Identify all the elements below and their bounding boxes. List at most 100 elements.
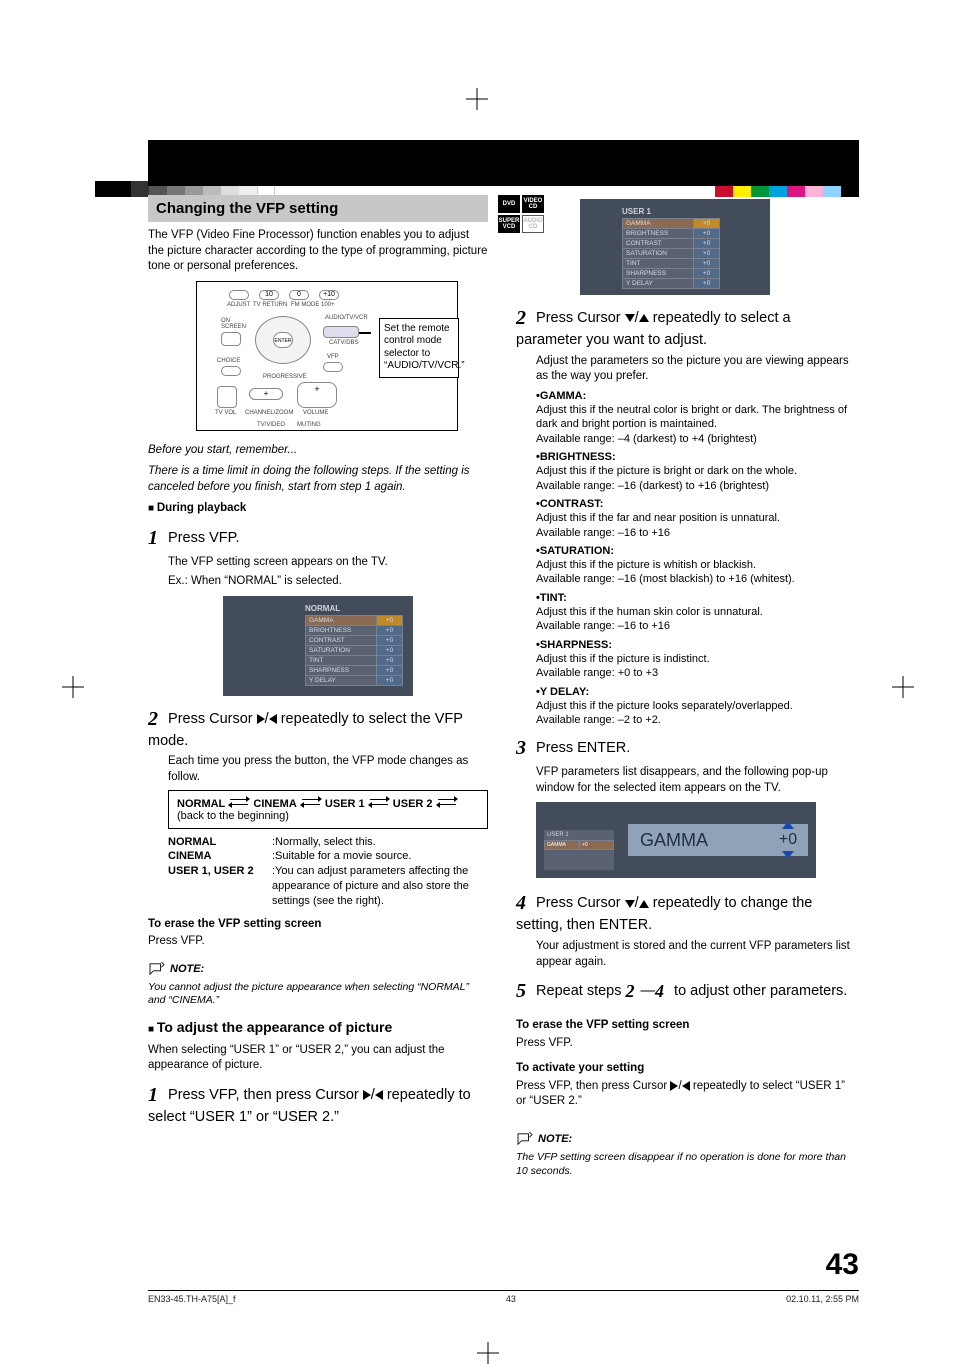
rlabel-onscreen: ON SCREEN [221, 318, 251, 330]
cycle-arrow-icon [370, 797, 388, 807]
intro-paragraph: The VFP (Video Fine Processor) function … [148, 228, 488, 275]
rlabel-audiotvvcr: AUDIO/TV/VCR [325, 315, 359, 321]
note2-text: The VFP setting screen disappear if no o… [516, 1151, 856, 1178]
rlabel-tvvideo: TV/VIDEO [257, 422, 285, 428]
crosshair-icon [466, 88, 488, 110]
r-step3-body: VFP parameters list disappears, and the … [536, 765, 856, 796]
remote-enter: ENTER [273, 332, 293, 348]
step2-head: 2 Press Cursor / repeatedly to select th… [148, 706, 488, 751]
rlabel-vfp: VFP [327, 354, 339, 360]
r-step4-body: Your adjustment is stored and the curren… [536, 939, 856, 970]
footer-pagenum: 43 [506, 1294, 516, 1304]
remote-btn-choice [221, 366, 241, 376]
vfp-user1-title: USER 1 [622, 207, 720, 216]
step1-text: Press VFP. [168, 530, 239, 546]
mode-definitions: NORMAL:Normally, select this. CINEMA:Sui… [168, 835, 488, 909]
r-step2-num: 2 [516, 307, 526, 329]
vfp-screenshot-user1: USER 1 GAMMA+0 BRIGHTNESS+0 CONTRAST+0 S… [580, 199, 770, 295]
note-label: NOTE: [516, 1132, 572, 1146]
r-step2-a: Press Cursor [536, 310, 625, 326]
r-step3-num: 3 [516, 737, 526, 759]
remote-diagram: 10 0 +10 ADJUST TV RETURN FM MODE 100+ A… [196, 281, 458, 431]
footer-timestamp: 02.10.11, 2:55 PM [786, 1294, 859, 1304]
step1-head: 1 Press VFP. [148, 525, 488, 551]
crosshair-icon [477, 1342, 499, 1364]
mode-cycle-box: NORMAL CINEMA USER 1 USER 2 (back to the… [168, 790, 488, 829]
cycle-arrow-icon [302, 797, 320, 807]
vfp-screenshot-normal: NORMAL GAMMA+0 BRIGHTNESS+0 CONTRAST+0 S… [223, 596, 413, 696]
r-step2-head: 2 Press Cursor / repeatedly to select a … [516, 305, 856, 350]
cursor-left-icon [269, 714, 277, 724]
remote-btn [229, 290, 249, 300]
remote-btn-0: 0 [289, 290, 309, 300]
footer-filename: EN33-45.TH-A75[A]_f [148, 1294, 236, 1304]
page-number: 43 [826, 1248, 859, 1282]
rlabel-fmmode: FM MODE [291, 302, 319, 308]
step1-body: The VFP setting screen appears on the TV… [168, 555, 488, 571]
note1-text: You cannot adjust the picture appearance… [148, 981, 488, 1008]
cursor-right-icon [363, 1090, 371, 1100]
badge-svcd: SUPER VCD [498, 215, 520, 233]
rlabel-progressive: PROGRESSIVE [263, 374, 307, 380]
badge-dvd: DVD [498, 195, 520, 213]
remote-callout: Set the remote control mode selector to … [379, 318, 459, 378]
left-column: Changing the VFP setting DVD VIDEO CD SU… [148, 195, 488, 1188]
rlabel-tvreturn: TV RETURN [253, 302, 287, 308]
section-title-text: Changing the VFP setting [156, 200, 338, 217]
step2-body: Each time you press the button, the VFP … [168, 754, 488, 785]
rlabel-100: 100+ [321, 302, 335, 308]
adjust-body: When selecting “USER 1” or “USER 2,” you… [148, 1043, 488, 1074]
activate-head: To activate your setting [516, 1061, 856, 1077]
section-title: Changing the VFP setting DVD VIDEO CD SU… [148, 195, 488, 222]
cursor-right-icon [670, 1081, 678, 1091]
note-icon [148, 962, 166, 976]
r-step5-b: to adjust other parameters. [670, 983, 847, 999]
note-icon [516, 1132, 534, 1146]
step1-ex: Ex.: When “NORMAL” is selected. [168, 574, 488, 590]
page-footer: EN33-45.TH-A75[A]_f 43 02.10.11, 2:55 PM [148, 1290, 859, 1304]
step1-num: 1 [148, 527, 158, 549]
cursor-up-icon [639, 314, 649, 322]
cursor-down-icon [625, 900, 635, 908]
remote-btn-10: 10 [259, 290, 279, 300]
callout-arrow [359, 332, 371, 334]
registration-marks-top [0, 88, 954, 118]
crosshair-icon [892, 676, 914, 698]
cycle-arrow-icon [230, 797, 248, 807]
header-black-band [148, 140, 859, 186]
remote-btn-vfp [323, 362, 343, 372]
popup-value: +0 [768, 831, 808, 849]
erase-left-body: Press VFP. [148, 934, 488, 950]
step2-num: 2 [148, 708, 158, 730]
rlabel-adjust: ADJUST [227, 302, 250, 308]
right-column: USER 1 GAMMA+0 BRIGHTNESS+0 CONTRAST+0 S… [516, 195, 856, 1188]
r-step3-head: 3 Press ENTER. [516, 735, 856, 761]
cursor-up-icon [639, 900, 649, 908]
rlabel-muting: MUTING [297, 422, 321, 428]
r-step4-head: 4 Press Cursor / repeatedly to change th… [516, 890, 856, 935]
erase-right-body: Press VFP. [516, 1036, 856, 1052]
vfp-table-normal: NORMAL GAMMA+0 BRIGHTNESS+0 CONTRAST+0 S… [305, 604, 403, 686]
popup-mini-preview: USER 1 GAMMA+0 [544, 830, 614, 870]
remote-channel: + [249, 388, 283, 400]
page-content: Changing the VFP setting DVD VIDEO CD SU… [148, 195, 856, 1188]
cursor-left-icon [375, 1090, 383, 1100]
cursor-down-icon [625, 314, 635, 322]
r-step5-head: 5 Repeat steps 2—4 to adjust other param… [516, 978, 856, 1004]
rlabel-channel: CHANNEL/ZOOM [245, 410, 293, 416]
vfp-normal-title: NORMAL [305, 604, 403, 613]
during-playback: During playback [148, 501, 488, 517]
cycle-arrow-icon [438, 797, 456, 807]
cursor-left-icon [682, 1081, 690, 1091]
badge-vcd: VIDEO CD [522, 195, 544, 213]
remote-mode-selector [323, 326, 359, 338]
step2-text-a: Press Cursor [168, 711, 257, 727]
r-step4-num: 4 [516, 892, 526, 914]
rlabel-choice: CHOICE [217, 358, 240, 364]
r-step1-head: 1 Press VFP, then press Cursor / repeate… [148, 1082, 488, 1127]
vfp-table-user1: USER 1 GAMMA+0 BRIGHTNESS+0 CONTRAST+0 S… [622, 207, 720, 289]
remote-volume: + [297, 382, 337, 408]
r-step1-num: 1 [148, 1084, 158, 1106]
r-step5-a: Repeat steps [536, 983, 625, 999]
rlabel-catvdbs: CATV/DBS [329, 340, 359, 346]
